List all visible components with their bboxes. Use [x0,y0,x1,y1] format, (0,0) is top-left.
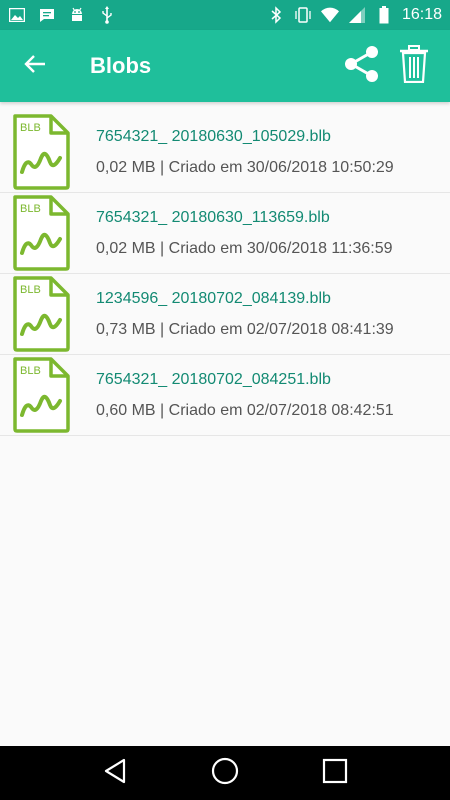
share-button[interactable] [336,30,388,102]
file-list: BLB 7654321_ 20180630_105029.blb 0,02 MB… [0,112,450,436]
file-name: 7654321_ 20180630_113659.blb [96,208,330,226]
square-recents-icon [322,758,348,788]
status-time: 16:18 [401,6,442,23]
list-item[interactable]: BLB 1234596_ 20180702_084139.blb 0,73 MB… [0,274,450,355]
status-left-icons [8,6,116,24]
circle-home-icon [211,757,239,789]
triangle-back-icon [102,758,128,788]
arrow-left-icon [24,54,46,78]
file-icon-label: BLB [20,284,41,296]
bluetooth-icon [267,6,285,24]
page-title: Blobs [90,53,152,78]
file-icon-label: BLB [20,122,41,134]
file-name: 1234596_ 20180702_084139.blb [96,289,331,307]
nav-home-button[interactable] [195,746,255,800]
list-item[interactable]: BLB 7654321_ 20180702_084251.blb 0,60 MB… [0,355,450,436]
file-meta: 0,73 MB | Criado em 02/07/2018 08:41:39 [96,320,394,338]
wifi-icon [320,6,339,24]
list-item[interactable]: BLB 7654321_ 20180630_105029.blb 0,02 MB… [0,112,450,193]
vibrate-icon [294,6,312,24]
back-button[interactable] [0,30,70,102]
blb-file-icon: BLB [0,193,80,274]
share-icon [343,45,381,87]
app-bar: Blobs [0,30,450,102]
blb-file-icon: BLB [0,355,80,436]
nav-back-button[interactable] [85,746,145,800]
battery-icon [375,6,393,24]
blb-file-icon: BLB [0,274,80,355]
nav-recents-button[interactable] [305,746,365,800]
usb-icon [98,6,116,24]
status-right-icons: 16:18 [267,6,442,24]
signal-icon [348,6,366,24]
android-icon [68,6,86,24]
delete-button[interactable] [388,30,440,102]
status-bar: 16:18 [0,0,450,30]
file-meta: 0,02 MB | Criado em 30/06/2018 11:36:59 [96,239,393,257]
file-meta: 0,60 MB | Criado em 02/07/2018 08:42:51 [96,401,394,419]
file-name: 7654321_ 20180630_105029.blb [96,127,331,145]
blb-file-icon: BLB [0,112,80,193]
file-icon-label: BLB [20,203,41,215]
system-nav-bar [0,746,450,800]
file-meta: 0,02 MB | Criado em 30/06/2018 10:50:29 [96,158,394,176]
list-item[interactable]: BLB 7654321_ 20180630_113659.blb 0,02 MB… [0,193,450,274]
file-icon-label: BLB [20,365,41,377]
message-icon [38,6,56,24]
file-name: 7654321_ 20180702_084251.blb [96,370,331,388]
image-icon [8,6,26,24]
trash-icon [399,45,429,87]
